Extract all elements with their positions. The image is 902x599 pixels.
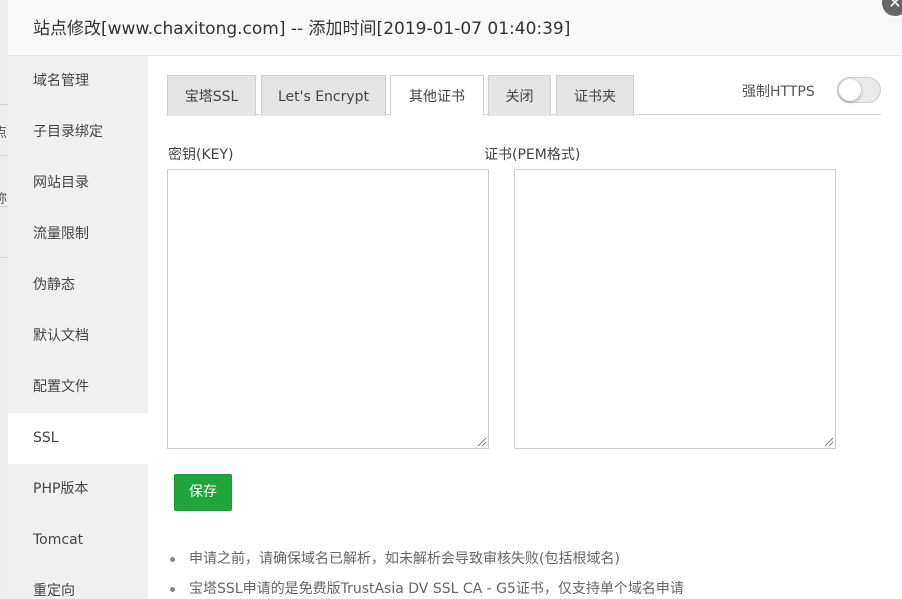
cert-textarea[interactable]	[514, 169, 836, 449]
sidebar-item-ssl[interactable]: SSL	[8, 413, 148, 464]
force-https-label: 强制HTTPS	[742, 84, 815, 100]
site-modify-dialog: 站点修改[www.chaxitong.com] -- 添加时间[2019-01-…	[8, 0, 902, 599]
sidebar-item-domain-management[interactable]: 域名管理	[8, 56, 148, 107]
sidebar-item-php-version[interactable]: PHP版本	[8, 464, 148, 515]
save-button[interactable]: 保存	[174, 474, 232, 511]
ssl-notes-list: 申请之前，请确保域名已解析，如未解析会导致审核失败(包括根域名) 宝塔SSL申请…	[170, 546, 684, 599]
dialog-title: 站点修改[www.chaxitong.com] -- 添加时间[2019-01-…	[8, 0, 902, 56]
note-text: 申请之前，请确保域名已解析，如未解析会导致审核失败(包括根域名)	[189, 551, 620, 567]
bullet-icon	[170, 557, 175, 562]
resize-grip-icon[interactable]	[478, 438, 486, 446]
tab-lets-encrypt[interactable]: Let's Encrypt	[261, 75, 386, 116]
cert-field-label: 证书(PEM格式)	[484, 147, 581, 163]
divider	[0, 257, 8, 258]
background-text: 点	[0, 126, 8, 141]
settings-sidebar: 域名管理 子目录绑定 网站目录 流量限制 伪静态 默认文档 配置文件 SSL P…	[8, 56, 148, 599]
key-textarea[interactable]	[167, 169, 489, 449]
list-item: 宝塔SSL申请的是免费版TrustAsia DV SSL CA - G5证书，仅…	[170, 576, 684, 599]
bullet-icon	[170, 587, 175, 592]
divider	[0, 104, 8, 105]
resize-grip-icon[interactable]	[825, 438, 833, 446]
list-item: 申请之前，请确保域名已解析，如未解析会导致审核失败(包括根域名)	[170, 546, 684, 576]
sidebar-item-default-document[interactable]: 默认文档	[8, 311, 148, 362]
background-text: 称	[0, 192, 8, 207]
note-text: 宝塔SSL申请的是免费版TrustAsia DV SSL CA - G5证书，仅…	[189, 581, 684, 597]
sidebar-item-redirect[interactable]: 重定向	[8, 566, 148, 599]
toggle-knob	[839, 79, 861, 101]
ssl-panel: 宝塔SSL Let's Encrypt 其他证书 关闭 证书夹 强制HTTPS …	[148, 56, 902, 599]
tab-certificate-folder[interactable]: 证书夹	[556, 75, 634, 116]
sidebar-item-config-file[interactable]: 配置文件	[8, 362, 148, 413]
key-field-label: 密钥(KEY)	[168, 147, 234, 163]
sidebar-item-subdirectory-binding[interactable]: 子目录绑定	[8, 107, 148, 158]
sidebar-item-tomcat[interactable]: Tomcat	[8, 515, 148, 566]
sidebar-item-traffic-limit[interactable]: 流量限制	[8, 209, 148, 260]
tab-baota-ssl[interactable]: 宝塔SSL	[167, 75, 256, 116]
sidebar-item-rewrite[interactable]: 伪静态	[8, 260, 148, 311]
force-https-toggle[interactable]	[837, 77, 881, 103]
sidebar-item-site-directory[interactable]: 网站目录	[8, 158, 148, 209]
tab-other-certificate[interactable]: 其他证书	[390, 75, 484, 116]
background-page-strip: 点 称	[0, 0, 8, 599]
tab-close-ssl[interactable]: 关闭	[488, 75, 551, 116]
divider	[0, 155, 8, 156]
